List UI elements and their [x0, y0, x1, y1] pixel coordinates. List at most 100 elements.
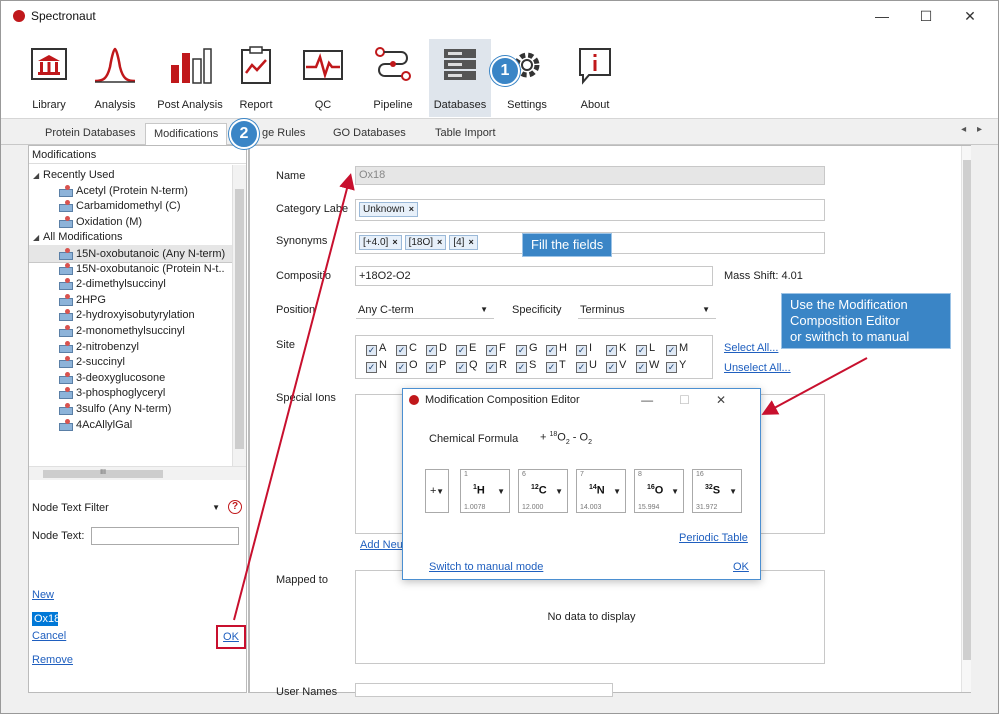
site-checkbox[interactable]: ✓ W: [636, 358, 659, 373]
minimize-button[interactable]: —: [860, 1, 904, 31]
site-checkbox[interactable]: ✓ S: [516, 358, 536, 373]
dialog-minimize-button[interactable]: —: [641, 393, 679, 407]
site-checkbox[interactable]: ✓ N: [366, 358, 387, 373]
tree-node[interactable]: Oxidation (M): [29, 214, 232, 230]
site-checkbox[interactable]: ✓ D: [426, 341, 447, 356]
cancel-link[interactable]: Cancel: [32, 630, 66, 642]
unselect-all-link[interactable]: Unselect All...: [724, 362, 791, 374]
tab-scroll-arrows-icon[interactable]: ◂ ▸: [961, 124, 986, 135]
periodic-table-link[interactable]: Periodic Table: [679, 532, 748, 544]
tree-node[interactable]: 15N-oxobutanoic (Protein N-t..: [29, 261, 232, 277]
token-chip[interactable]: [+4.0] ×: [359, 235, 402, 250]
ribbon-library-button[interactable]: Library: [25, 39, 73, 117]
site-checkbox[interactable]: ✓ E: [456, 341, 476, 356]
ribbon-post-analysis-button[interactable]: Post Analysis: [157, 39, 223, 117]
element-select[interactable]: 7 14N 14.003 ▼: [576, 469, 626, 513]
site-checkbox[interactable]: ✓ I: [576, 341, 592, 356]
site-checkbox[interactable]: ✓ O: [396, 358, 418, 373]
element-select[interactable]: 1 1H 1.0078 ▼: [460, 469, 510, 513]
position-select[interactable]: Any C-term ▼: [356, 301, 494, 319]
composition-field[interactable]: +18O2-O2: [355, 266, 713, 286]
tree-node[interactable]: Acetyl (Protein N-term): [29, 183, 232, 199]
new-link[interactable]: New: [32, 589, 54, 601]
site-checkbox[interactable]: ✓ C: [396, 341, 417, 356]
site-checkbox[interactable]: ✓ V: [606, 358, 626, 373]
token-chip[interactable]: [4] ×: [449, 235, 478, 250]
tree-node[interactable]: 2-succinyl: [29, 354, 232, 370]
sign-select[interactable]: + ▼: [425, 469, 449, 513]
ribbon-pipeline-button[interactable]: Pipeline: [365, 39, 421, 117]
dialog-ok-link[interactable]: OK: [733, 561, 749, 573]
site-checkbox[interactable]: ✓ F: [486, 341, 506, 356]
tab-go-databases[interactable]: GO Databases: [325, 123, 414, 145]
maximize-button[interactable]: ☐: [904, 1, 948, 31]
tree-node[interactable]: 3-deoxyglucosone: [29, 370, 232, 386]
remove-token-icon[interactable]: ×: [468, 237, 473, 247]
modifications-tree[interactable]: ◢ Recently Used Acetyl (Protein N-term) Car…: [29, 165, 246, 485]
tab-rules[interactable]: ge Rules: [254, 123, 313, 145]
site-checkbox[interactable]: ✓ A: [366, 341, 386, 356]
site-checkbox[interactable]: ✓ Q: [456, 358, 478, 373]
tree-node[interactable]: 3-phosphoglyceryl: [29, 385, 232, 401]
site-checkbox[interactable]: ✓ Y: [666, 358, 686, 373]
switch-to-manual-mode-link[interactable]: Switch to manual mode: [429, 561, 543, 573]
chevron-down-icon[interactable]: ▼: [212, 500, 220, 516]
remove-token-icon[interactable]: ×: [437, 237, 442, 247]
ribbon-databases-button[interactable]: Databases: [429, 39, 491, 117]
close-button[interactable]: ✕: [948, 1, 992, 31]
add-neutral-link[interactable]: Add Neut: [360, 539, 406, 551]
category-field[interactable]: Unknown ×: [355, 199, 825, 221]
tree-node[interactable]: 2HPG: [29, 292, 232, 308]
element-select[interactable]: 8 16O 15.994 ▼: [634, 469, 684, 513]
site-checkbox[interactable]: ✓ K: [606, 341, 626, 356]
ribbon-analysis-button[interactable]: Analysis: [89, 39, 141, 117]
tree-vertical-scrollbar[interactable]: [232, 165, 246, 466]
dialog-maximize-button[interactable]: ☐: [679, 393, 716, 407]
tab-protein-databases[interactable]: Protein Databases: [37, 123, 144, 145]
node-text-input[interactable]: [91, 527, 239, 545]
site-checkbox[interactable]: ✓ H: [546, 341, 567, 356]
element-select[interactable]: 6 12C 12.000 ▼: [518, 469, 568, 513]
site-checkbox[interactable]: ✓ L: [636, 341, 655, 356]
ok-link[interactable]: OK: [216, 625, 246, 649]
tree-node[interactable]: ◢ All Modifications: [29, 229, 232, 245]
site-checkbox[interactable]: ✓ U: [576, 358, 597, 373]
tree-node[interactable]: 2-nitrobenzyl: [29, 339, 232, 355]
site-checkbox[interactable]: ✓ G: [516, 341, 538, 356]
user-names-field[interactable]: [355, 683, 613, 697]
tab-modifications[interactable]: Modifications: [145, 123, 228, 145]
expand-toggle-icon[interactable]: ◢: [33, 168, 43, 184]
tree-node[interactable]: 4AcAllylGal: [29, 417, 232, 433]
ribbon-qc-button[interactable]: QC: [297, 39, 349, 117]
selected-modification-name[interactable]: Ox18: [32, 612, 60, 626]
expand-toggle-icon[interactable]: ◢: [33, 230, 43, 246]
remove-token-icon[interactable]: ×: [392, 237, 397, 247]
tree-node[interactable]: 2-dimethylsuccinyl: [29, 276, 232, 292]
tab-table-import[interactable]: Table Import: [427, 123, 504, 145]
site-checkbox[interactable]: ✓ P: [426, 358, 446, 373]
tree-horizontal-scrollbar[interactable]: III: [29, 466, 246, 480]
element-select[interactable]: 16 32S 31.972 ▼: [692, 469, 742, 513]
select-all-link[interactable]: Select All...: [724, 342, 778, 354]
tree-node[interactable]: 2-monomethylsuccinyl: [29, 323, 232, 339]
name-field[interactable]: Ox18: [355, 166, 825, 185]
remove-link[interactable]: Remove: [32, 654, 73, 666]
tree-node[interactable]: Carbamidomethyl (C): [29, 198, 232, 214]
ribbon-report-button[interactable]: Report: [231, 39, 281, 117]
ribbon-about-button[interactable]: About: [567, 39, 623, 117]
node-text-filter-header[interactable]: Node Text Filter ▼ ?: [32, 500, 242, 516]
dialog-close-button[interactable]: ✕: [716, 393, 752, 407]
token-chip[interactable]: Unknown ×: [359, 202, 418, 217]
remove-token-icon[interactable]: ×: [409, 204, 414, 214]
tree-node[interactable]: 2-hydroxyisobutyrylation: [29, 307, 232, 323]
help-icon[interactable]: ?: [228, 500, 242, 514]
site-checkbox[interactable]: ✓ R: [486, 358, 507, 373]
tree-node[interactable]: 3sulfo (Any N-term): [29, 401, 232, 417]
site-checkbox[interactable]: ✓ T: [546, 358, 566, 373]
tree-node[interactable]: ◢ Recently Used: [29, 167, 232, 183]
token-chip[interactable]: [18O] ×: [404, 235, 447, 250]
site-checkbox[interactable]: ✓ M: [666, 341, 688, 356]
mapped-to-grid[interactable]: No data to display: [355, 570, 825, 664]
specificity-select[interactable]: Terminus ▼: [578, 301, 716, 319]
form-vertical-scrollbar[interactable]: [961, 146, 971, 692]
